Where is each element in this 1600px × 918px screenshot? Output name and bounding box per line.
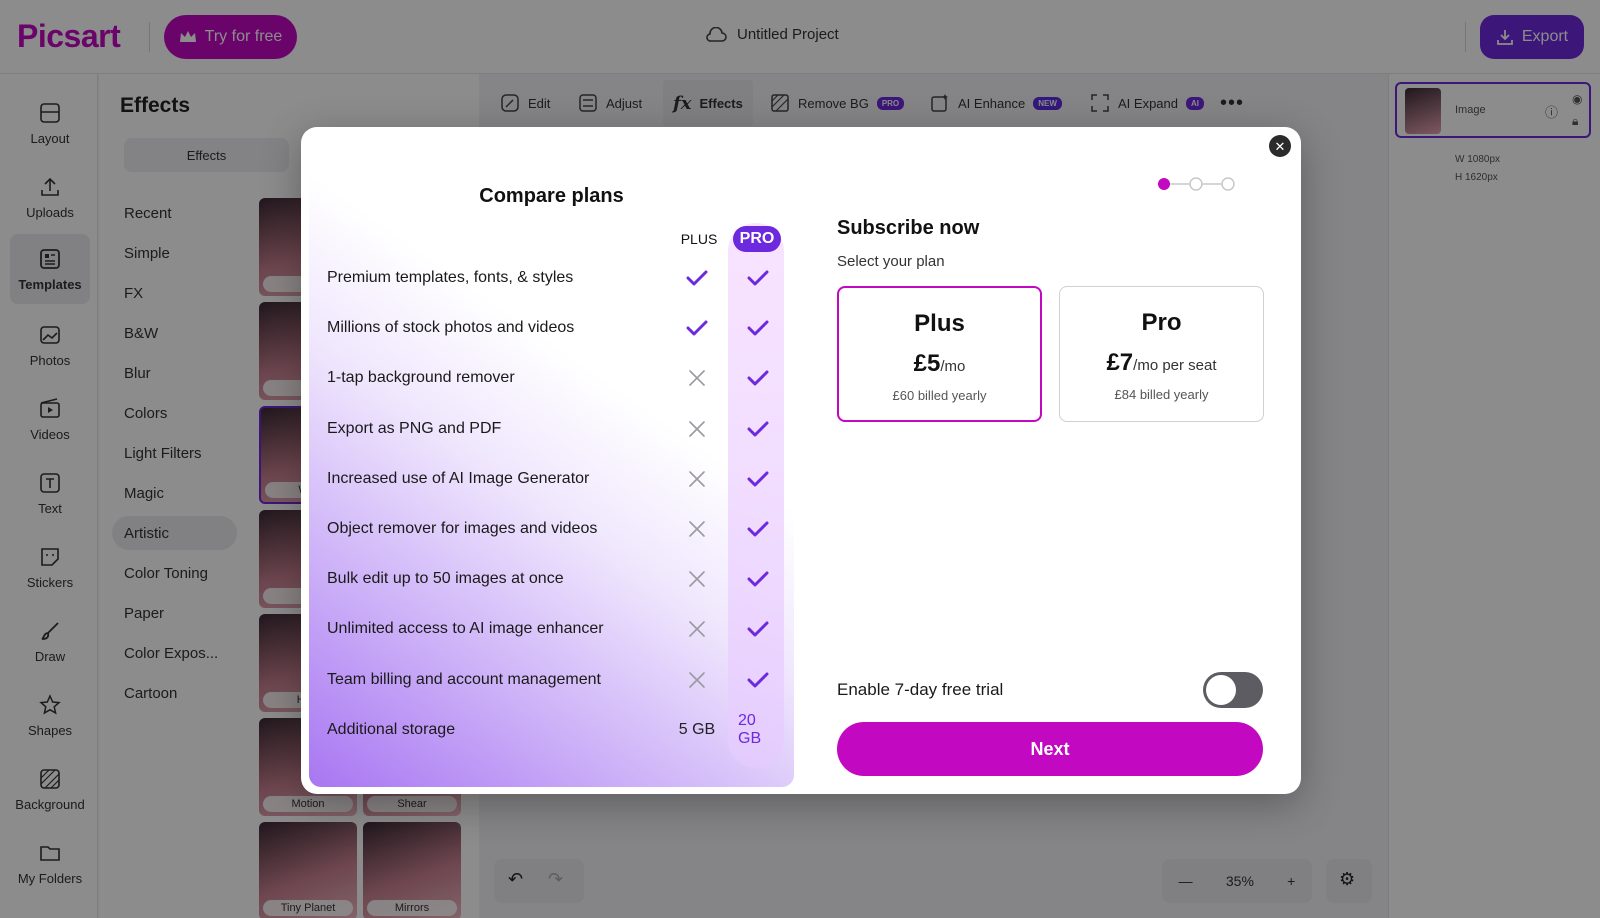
feature-label: Team billing and account management — [327, 670, 601, 688]
plan-price-amount: £5 — [913, 350, 941, 377]
plus-cross-icon — [677, 363, 717, 393]
toggle-knob — [1206, 675, 1236, 705]
feature-label: Increased use of AI Image Generator — [327, 469, 590, 487]
plus-cross-icon — [677, 464, 717, 494]
feature-label: Bulk edit up to 50 images at once — [327, 570, 564, 588]
close-icon: ✕ — [1274, 138, 1286, 154]
pro-check-icon — [738, 363, 778, 393]
feature-row: Bulk edit up to 50 images at once — [327, 564, 787, 594]
plus-check-icon — [677, 313, 717, 343]
plus-check-icon — [677, 263, 717, 293]
feature-row: Increased use of AI Image Generator — [327, 464, 787, 494]
feature-row: Team billing and account management — [327, 665, 787, 695]
plan-price: £7/mo per seat — [1060, 349, 1263, 377]
feature-label: Additional storage — [327, 720, 456, 738]
subscription-modal: Compare plans PLUS PRO Premium templates… — [301, 127, 1301, 794]
plus-cross-icon — [677, 665, 717, 695]
subscribe-title: Subscribe now — [837, 217, 980, 239]
feature-label: Object remover for images and videos — [327, 520, 598, 537]
free-trial-label: Enable 7-day free trial — [837, 680, 1004, 699]
step-indicator — [1158, 177, 1235, 191]
feature-row: Export as PNG and PDF — [327, 414, 787, 444]
plan-price-period: /mo — [940, 358, 966, 375]
plan-billed: £84 billed yearly — [1114, 387, 1209, 402]
plan-price-amount: £7 — [1106, 349, 1134, 376]
plan-price-period: /mo per seat — [1133, 357, 1217, 374]
plus-column-header: PLUS — [680, 231, 718, 247]
feature-row: Premium templates, fonts, & styles — [327, 263, 787, 293]
feature-row: Object remover for images and videos — [327, 514, 787, 544]
pro-check-icon — [738, 464, 778, 494]
pro-check-icon — [738, 564, 778, 594]
plan-name: Plus — [914, 310, 965, 337]
compare-plans-panel: Compare plans PLUS PRO Premium templates… — [309, 135, 794, 787]
plan-name: Pro — [1141, 309, 1182, 336]
feature-row: 1-tap background remover — [327, 363, 787, 393]
plus-cross-icon — [677, 414, 717, 444]
feature-row: Millions of stock photos and videos — [327, 313, 787, 343]
pro-check-icon — [738, 414, 778, 444]
plus-cross-icon — [677, 514, 717, 544]
feature-label: Export as PNG and PDF — [327, 419, 502, 437]
compare-plans-title: Compare plans — [479, 185, 624, 207]
pro-column-header: PRO — [733, 226, 781, 252]
pro-check-icon — [738, 665, 778, 695]
feature-label: Millions of stock photos and videos — [327, 319, 575, 337]
plan-card-pro[interactable]: Pro £7/mo per seat £84 billed yearly — [1059, 286, 1264, 422]
plus-storage-value: 5 GB — [678, 720, 716, 738]
pro-check-icon — [738, 263, 778, 293]
feature-row: Unlimited access to AI image enhancer — [327, 614, 787, 644]
free-trial-toggle[interactable] — [1203, 672, 1263, 708]
feature-row: Additional storage 5 GB 20 GB — [327, 711, 787, 747]
next-button[interactable]: Next — [837, 722, 1263, 776]
close-button[interactable]: ✕ — [1269, 135, 1291, 157]
pro-storage-value: 20 GB — [738, 711, 762, 747]
pro-check-icon — [738, 514, 778, 544]
plus-cross-icon — [677, 614, 717, 644]
plus-cross-icon — [677, 564, 717, 594]
plan-billed: £60 billed yearly — [892, 388, 987, 403]
pro-check-icon — [738, 614, 778, 644]
feature-label: 1-tap background remover — [327, 369, 515, 387]
select-plan-label: Select your plan — [837, 253, 945, 270]
feature-label: Premium templates, fonts, & styles — [327, 269, 574, 286]
plan-price: £5/mo — [839, 350, 1040, 378]
feature-label: Unlimited access to AI image enhancer — [327, 620, 604, 638]
plan-card-plus[interactable]: Plus £5/mo £60 billed yearly — [837, 286, 1042, 422]
pro-check-icon — [738, 313, 778, 343]
